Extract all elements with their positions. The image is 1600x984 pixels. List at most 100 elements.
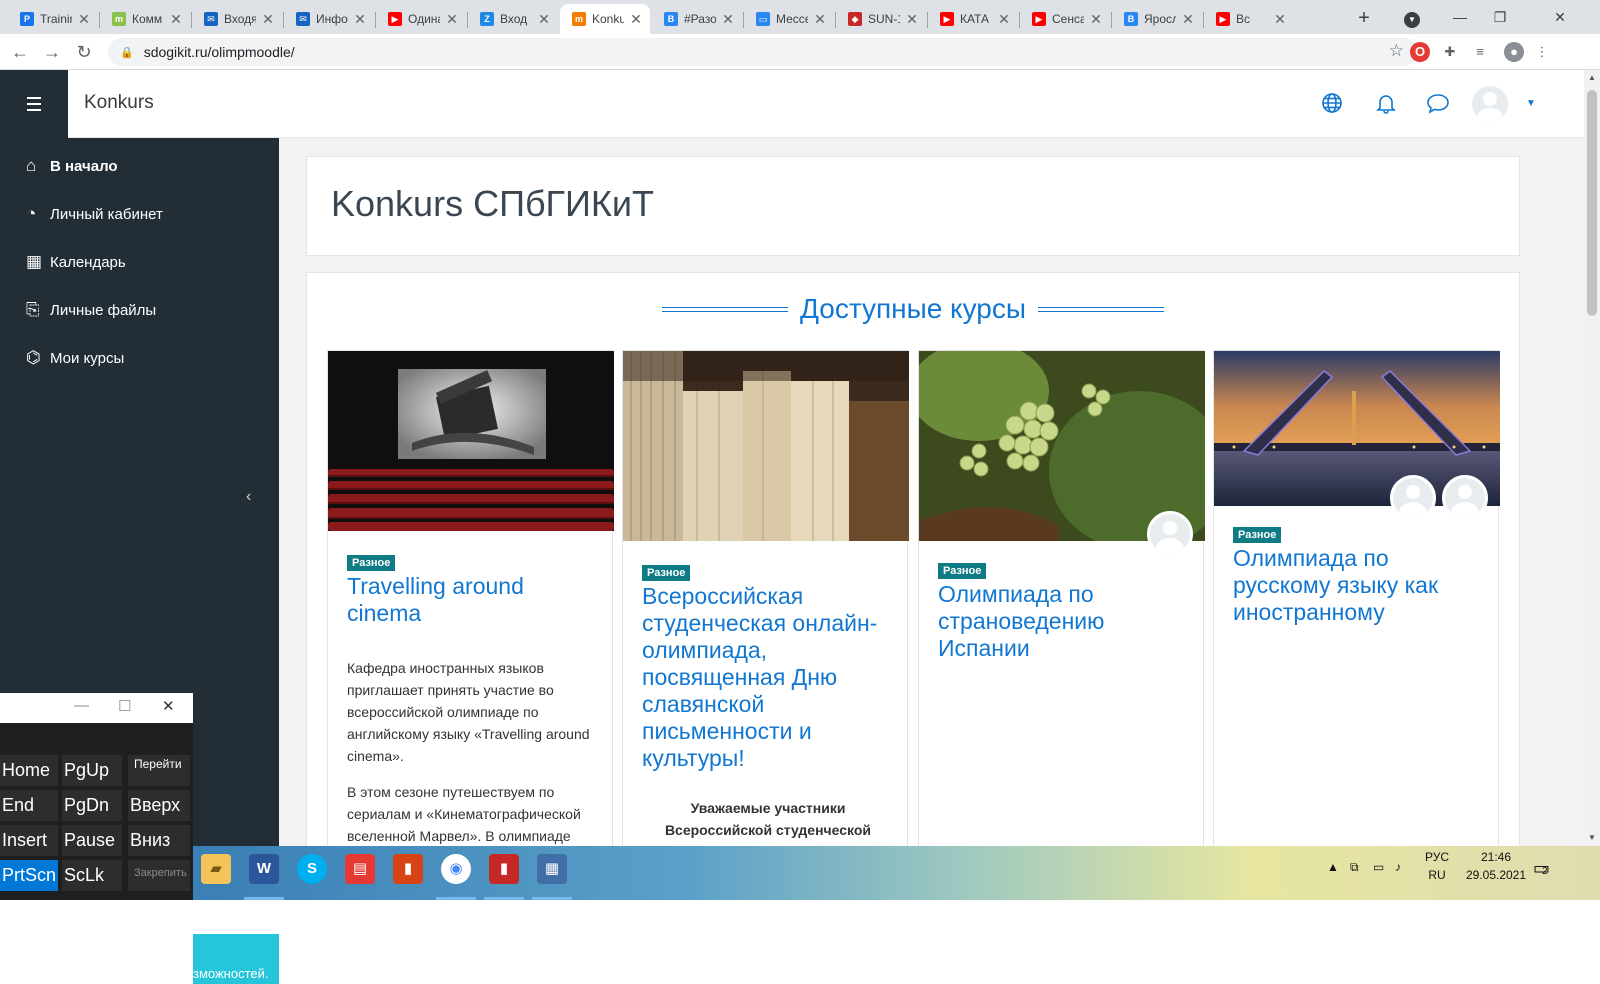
user-avatar[interactable] — [1472, 86, 1508, 122]
tab-close-icon[interactable]: ✕ — [444, 11, 460, 28]
osk-key[interactable]: Insert — [0, 825, 58, 856]
browser-tab[interactable]: ◆ SUN-1 ✕ — [836, 4, 926, 34]
course-card[interactable]: Разное Олимпиада по русскому языку как и… — [1213, 350, 1500, 846]
osk-minimize-button[interactable]: — — [74, 697, 89, 714]
osk-key[interactable]: Закрепить — [128, 860, 190, 891]
chevron-left-icon[interactable]: ‹ — [246, 488, 251, 506]
course-title-link[interactable]: Всероссийская студенческая онлайн-олимпи… — [642, 583, 892, 772]
language-globe-icon[interactable] — [1320, 92, 1344, 116]
tab-close-icon[interactable]: ✕ — [168, 11, 184, 28]
notifications-bell-icon[interactable] — [1374, 92, 1398, 116]
address-bar[interactable]: 🔒 sdogikit.ru/olimpmoodle/ ☆ — [108, 38, 1418, 66]
osk-key[interactable]: PgUp — [62, 755, 122, 786]
profile-icon[interactable]: ● — [1504, 42, 1524, 62]
osk-close-button[interactable]: ✕ — [162, 697, 175, 715]
osk-key[interactable]: Перейти — [128, 755, 190, 786]
site-brand[interactable]: Konkurs — [84, 92, 154, 114]
course-card[interactable]: Разное Всероссийская студенческая онлайн… — [622, 350, 909, 846]
minimize-window-button[interactable]: — — [1440, 4, 1480, 30]
browser-tab[interactable]: P Trainin ✕ — [8, 4, 98, 34]
opera-extension-icon[interactable]: O — [1410, 42, 1430, 62]
remote-desktop-icon[interactable]: ▦ — [537, 854, 567, 884]
tray-overflow-caret-icon[interactable]: ▲ — [1327, 860, 1339, 874]
drawer-item-3[interactable]: ⎘ Личные файлы — [26, 298, 156, 322]
system-clock[interactable]: 21:46 29.05.2021 — [1461, 850, 1531, 882]
osk-key[interactable]: Вниз — [128, 825, 190, 856]
browser-tab[interactable]: ▶ КАТА ✕ — [928, 4, 1018, 34]
course-title-link[interactable]: Олимпиада по страноведению Испании — [938, 581, 1188, 662]
course-title-link[interactable]: Travelling around cinema — [347, 573, 597, 627]
tab-close-icon[interactable]: ✕ — [1088, 11, 1104, 28]
scroll-up-arrow-icon[interactable]: ▲ — [1584, 70, 1600, 86]
word-icon[interactable]: W — [249, 854, 279, 884]
volume-icon[interactable]: ♪ — [1395, 860, 1401, 874]
browser-tab[interactable]: m Konku ✕ — [560, 4, 650, 34]
osk-key[interactable]: ScLk — [62, 860, 122, 891]
tab-close-icon[interactable]: ✕ — [76, 11, 92, 28]
tab-close-icon[interactable]: ✕ — [536, 11, 552, 28]
forward-button[interactable]: → — [40, 40, 64, 64]
chrome-icon[interactable]: ◉ — [441, 854, 471, 884]
back-button[interactable]: ← — [8, 40, 32, 64]
teacher-avatar[interactable] — [1390, 475, 1436, 521]
reload-button[interactable]: ↻ — [72, 40, 96, 64]
user-menu-caret-icon[interactable]: ▼ — [1519, 92, 1543, 116]
extensions-puzzle-icon[interactable]: ✚ — [1440, 42, 1460, 62]
skype-icon[interactable]: S — [297, 854, 327, 884]
page-scrollbar[interactable]: ▲ ▼ — [1584, 70, 1600, 846]
media-app-icon[interactable]: ▤ — [345, 854, 375, 884]
tab-close-icon[interactable]: ✕ — [352, 11, 368, 28]
scroll-down-arrow-icon[interactable]: ▼ — [1584, 830, 1600, 846]
tab-close-icon[interactable]: ✕ — [904, 11, 920, 28]
browser-tab[interactable]: ✉ Входя ✕ — [192, 4, 282, 34]
bookmark-star-icon[interactable]: ☆ — [1389, 41, 1404, 61]
osk-key[interactable]: End — [0, 790, 58, 821]
course-card[interactable]: Разное Travelling around cinema Кафедра … — [327, 350, 614, 846]
browser-tab[interactable]: m Комм ✕ — [100, 4, 190, 34]
browser-tab[interactable]: ▭ Мессе ✕ — [744, 4, 834, 34]
osk-key[interactable]: Home — [0, 755, 58, 786]
messages-chat-icon[interactable] — [1426, 92, 1450, 116]
new-tab-button[interactable]: + — [1352, 6, 1376, 30]
book-app-icon[interactable]: ▮ — [489, 854, 519, 884]
drawer-item-0[interactable]: ⌂ В начало — [26, 154, 118, 178]
browser-tab[interactable]: ▶ Вс ✕ — [1204, 4, 1294, 34]
tab-close-icon[interactable]: ✕ — [1272, 11, 1288, 28]
close-window-button[interactable]: ✕ — [1540, 4, 1580, 30]
course-image-books[interactable] — [623, 351, 909, 541]
input-language-indicator[interactable]: РУС RU — [1423, 850, 1451, 882]
browser-tab[interactable]: ✉ Инфо ✕ — [284, 4, 374, 34]
tab-close-icon[interactable]: ✕ — [1180, 11, 1196, 28]
browser-tab[interactable]: Z Вход ✕ — [468, 4, 558, 34]
teacher-avatar[interactable] — [1147, 511, 1193, 557]
course-image-cinema[interactable] — [328, 351, 614, 531]
osk-key[interactable]: Вверх — [128, 790, 190, 821]
tab-close-icon[interactable]: ✕ — [720, 11, 736, 28]
browser-tab[interactable]: ▶ Одина ✕ — [376, 4, 466, 34]
scrollbar-thumb[interactable] — [1587, 90, 1597, 316]
pdf-reader-icon[interactable]: ▮ — [393, 854, 423, 884]
course-card[interactable]: Разное Олимпиада по страноведению Испани… — [918, 350, 1205, 846]
teacher-avatar[interactable] — [1442, 475, 1488, 521]
browser-tab[interactable]: ▶ Сенса ✕ — [1020, 4, 1110, 34]
drawer-item-1[interactable]: ◔ Личный кабинет — [26, 202, 163, 226]
drawer-toggle-button[interactable] — [0, 70, 68, 138]
osk-key[interactable]: PgDn — [62, 790, 122, 821]
osk-key[interactable]: Pause — [62, 825, 122, 856]
tab-close-icon[interactable]: ✕ — [628, 11, 644, 28]
browser-tab[interactable]: В Яросл ✕ — [1112, 4, 1202, 34]
course-title-link[interactable]: Олимпиада по русскому языку как иностран… — [1233, 545, 1483, 626]
tab-close-icon[interactable]: ✕ — [812, 11, 828, 28]
notifications-icon[interactable]: ▭ 2 — [1533, 858, 1550, 879]
browser-tab[interactable]: В #Разо ✕ — [652, 4, 742, 34]
tray-app-icon[interactable]: ⧉ — [1350, 860, 1359, 875]
media-playlist-icon[interactable]: ≡ — [1470, 42, 1490, 62]
tab-close-icon[interactable]: ✕ — [260, 11, 276, 28]
restore-window-button[interactable]: ❐ — [1480, 4, 1520, 30]
drawer-item-2[interactable]: ▦ Календарь — [26, 250, 126, 274]
osk-key[interactable]: PrtScn — [0, 860, 58, 891]
menu-kebab-icon[interactable]: ⋮ — [1532, 42, 1552, 62]
drawer-item-4[interactable]: ⌬ Мои курсы — [26, 346, 124, 370]
file-explorer-icon[interactable]: ▰ — [201, 854, 231, 884]
battery-icon[interactable]: ▭ — [1373, 860, 1384, 874]
